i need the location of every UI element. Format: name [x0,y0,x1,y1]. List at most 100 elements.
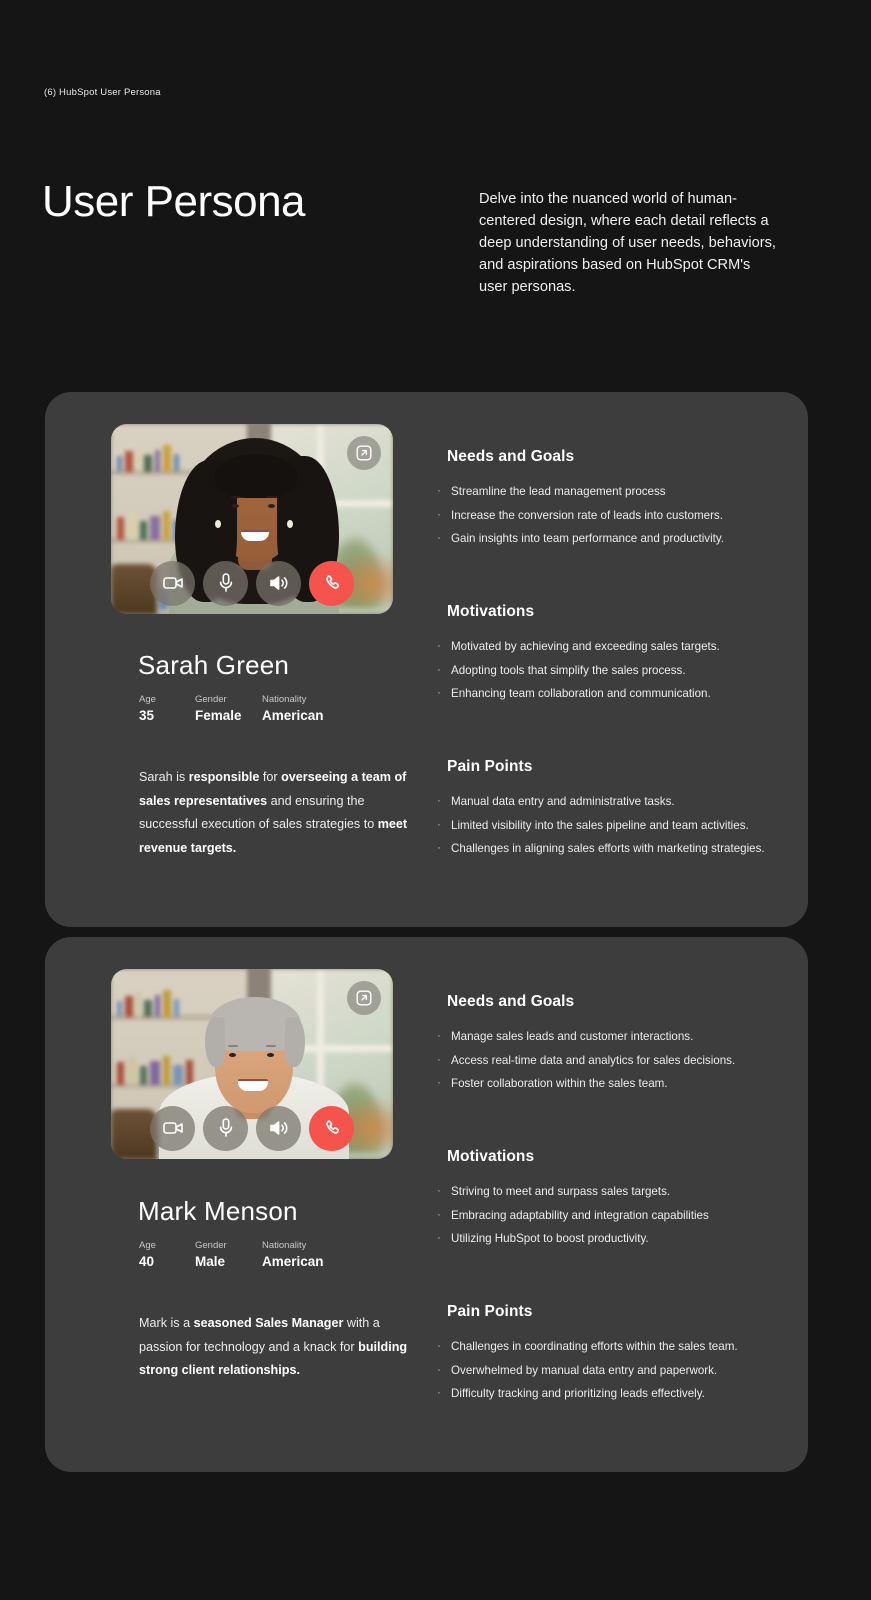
list-item: · Enhancing team collaboration and commu… [435,682,795,706]
speaker-icon[interactable] [256,1105,301,1151]
list-item: · Challenges in coordinating efforts wit… [435,1335,795,1359]
list-item-text: Manual data entry and administrative tas… [451,795,675,808]
list-item: · Gain insights into team performance an… [435,527,795,551]
list-item: · Adopting tools that simplify the sales… [435,659,795,683]
section-list-pain_points: · Challenges in coordinating efforts wit… [435,1335,795,1406]
age-label: Age [139,1240,156,1251]
section-title-pain_points: Pain Points [447,758,533,775]
bullet-dot: · [437,1387,441,1399]
list-item-text: Challenges in aligning sales efforts wit… [451,842,765,855]
bio-strong: seasoned Sales Manager [193,1316,344,1330]
age-value: 35 [139,708,155,723]
demographic-nationality: Nationality American [262,694,324,723]
list-item: · Utilizing HubSpot to boost productivit… [435,1227,795,1251]
section-list-needs: · Manage sales leads and customer intera… [435,1025,795,1096]
expand-icon[interactable] [347,436,381,470]
demographic-gender: Gender Female [195,694,262,723]
persona-demographics: Age 35 Gender Female Nationality America… [139,694,324,723]
list-item: · Manage sales leads and customer intera… [435,1025,795,1049]
gender-value: Female [195,708,242,723]
bullet-dot: · [437,842,441,854]
list-item: · Access real-time data and analytics fo… [435,1049,795,1073]
list-item: · Difficulty tracking and prioritizing l… [435,1382,795,1406]
persona-card: Sarah Green Age 35 Gender Female Nationa… [45,392,808,927]
persona-demographics: Age 40 Gender Male Nationality American [139,1240,324,1269]
nationality-label: Nationality [262,1240,307,1251]
list-item-text: Embracing adaptability and integration c… [451,1208,709,1222]
bullet-dot: · [437,687,441,699]
list-item: · Overwhelmed by manual data entry and p… [435,1359,795,1383]
demographic-age: Age 35 [139,694,195,723]
bullet-dot: · [437,1077,441,1089]
age-value: 40 [139,1254,155,1269]
microphone-icon[interactable] [203,560,248,606]
video-call-tile [111,424,393,614]
list-item-text: Difficulty tracking and prioritizing lea… [451,1387,705,1400]
list-item-text: Overwhelmed by manual data entry and pap… [451,1363,718,1377]
bullet-dot: · [437,532,441,544]
bio-strong: responsible [188,770,260,784]
persona-card: Mark Menson Age 40 Gender Male Nationali… [45,937,808,1472]
list-item-text: Adopting tools that simplify the sales p… [451,663,686,677]
camera-icon[interactable] [150,1105,195,1151]
list-item-text: Limited visibility into the sales pipeli… [451,818,749,832]
demographic-nationality: Nationality American [262,1240,324,1269]
section-title-needs: Needs and Goals [447,993,575,1010]
section-title-motivations: Motivations [447,1148,535,1165]
bullet-dot: · [437,1232,441,1244]
persona-name: Mark Menson [138,1196,298,1226]
slide-tag: (6) HubSpot User Persona [44,87,161,98]
list-item-text: Striving to meet and surpass sales targe… [451,1185,671,1198]
camera-icon[interactable] [150,560,195,606]
section-title-pain_points: Pain Points [447,1303,533,1320]
list-item-text: Access real-time data and analytics for … [451,1053,736,1067]
page-title: User Persona [42,177,306,226]
list-item: · Striving to meet and surpass sales tar… [435,1180,795,1204]
expand-icon[interactable] [347,981,381,1015]
list-item-text: Utilizing HubSpot to boost productivity. [451,1232,649,1245]
bullet-dot: · [437,1363,441,1376]
section-title-motivations: Motivations [447,603,535,620]
gender-value: Male [195,1254,226,1269]
bullet-dot: · [437,1185,441,1197]
nationality-label: Nationality [262,694,307,705]
section-list-motivations: · Striving to meet and surpass sales tar… [435,1180,795,1251]
list-item: · Limited visibility into the sales pipe… [435,814,795,838]
list-item-text: Streamline the lead management process [451,485,666,498]
bullet-dot: · [437,663,441,676]
section-list-needs: · Streamline the lead management process… [435,480,795,551]
section-title-needs: Needs and Goals [447,448,575,465]
microphone-icon[interactable] [203,1105,248,1151]
bio-text: for [259,770,282,784]
list-item: · Increase the conversion rate of leads … [435,504,795,528]
demographic-gender: Gender Male [195,1240,262,1269]
bullet-dot: · [437,640,441,652]
gender-label: Gender [195,1240,227,1251]
list-item-text: Enhancing team collaboration and communi… [451,687,711,700]
bullet-dot: · [437,1208,441,1221]
phone-hangup-icon[interactable] [309,1105,354,1151]
list-item-text: Foster collaboration within the sales te… [451,1077,668,1090]
persona-name: Sarah Green [138,650,290,680]
list-item: · Motivated by achieving and exceeding s… [435,635,795,659]
list-item-text: Manage sales leads and customer interact… [451,1030,694,1043]
nationality-value: American [262,1254,324,1269]
intro-paragraph: Delve into the nuanced world of human-ce… [479,191,776,295]
list-item: · Challenges in aligning sales efforts w… [435,837,795,861]
video-call-controls [111,1091,393,1159]
bullet-dot: · [437,1340,441,1352]
speaker-icon[interactable] [256,560,301,606]
list-item-text: Motivated by achieving and exceeding sal… [451,640,720,653]
list-item: · Manual data entry and administrative t… [435,790,795,814]
list-item-text: Challenges in coordinating efforts withi… [451,1340,738,1353]
list-item-text: Increase the conversion rate of leads in… [451,508,723,522]
phone-hangup-icon[interactable] [309,560,354,606]
gender-label: Gender [195,694,227,705]
video-call-controls [111,546,393,614]
section-list-motivations: · Motivated by achieving and exceeding s… [435,635,795,706]
persona-bio: Mark is a seasoned Sales Manager with a … [139,1312,417,1383]
nationality-value: American [262,708,324,723]
list-item: · Streamline the lead management process [435,480,795,504]
list-item-text: Gain insights into team performance and … [451,532,725,545]
bio-text: Sarah is [139,770,189,784]
